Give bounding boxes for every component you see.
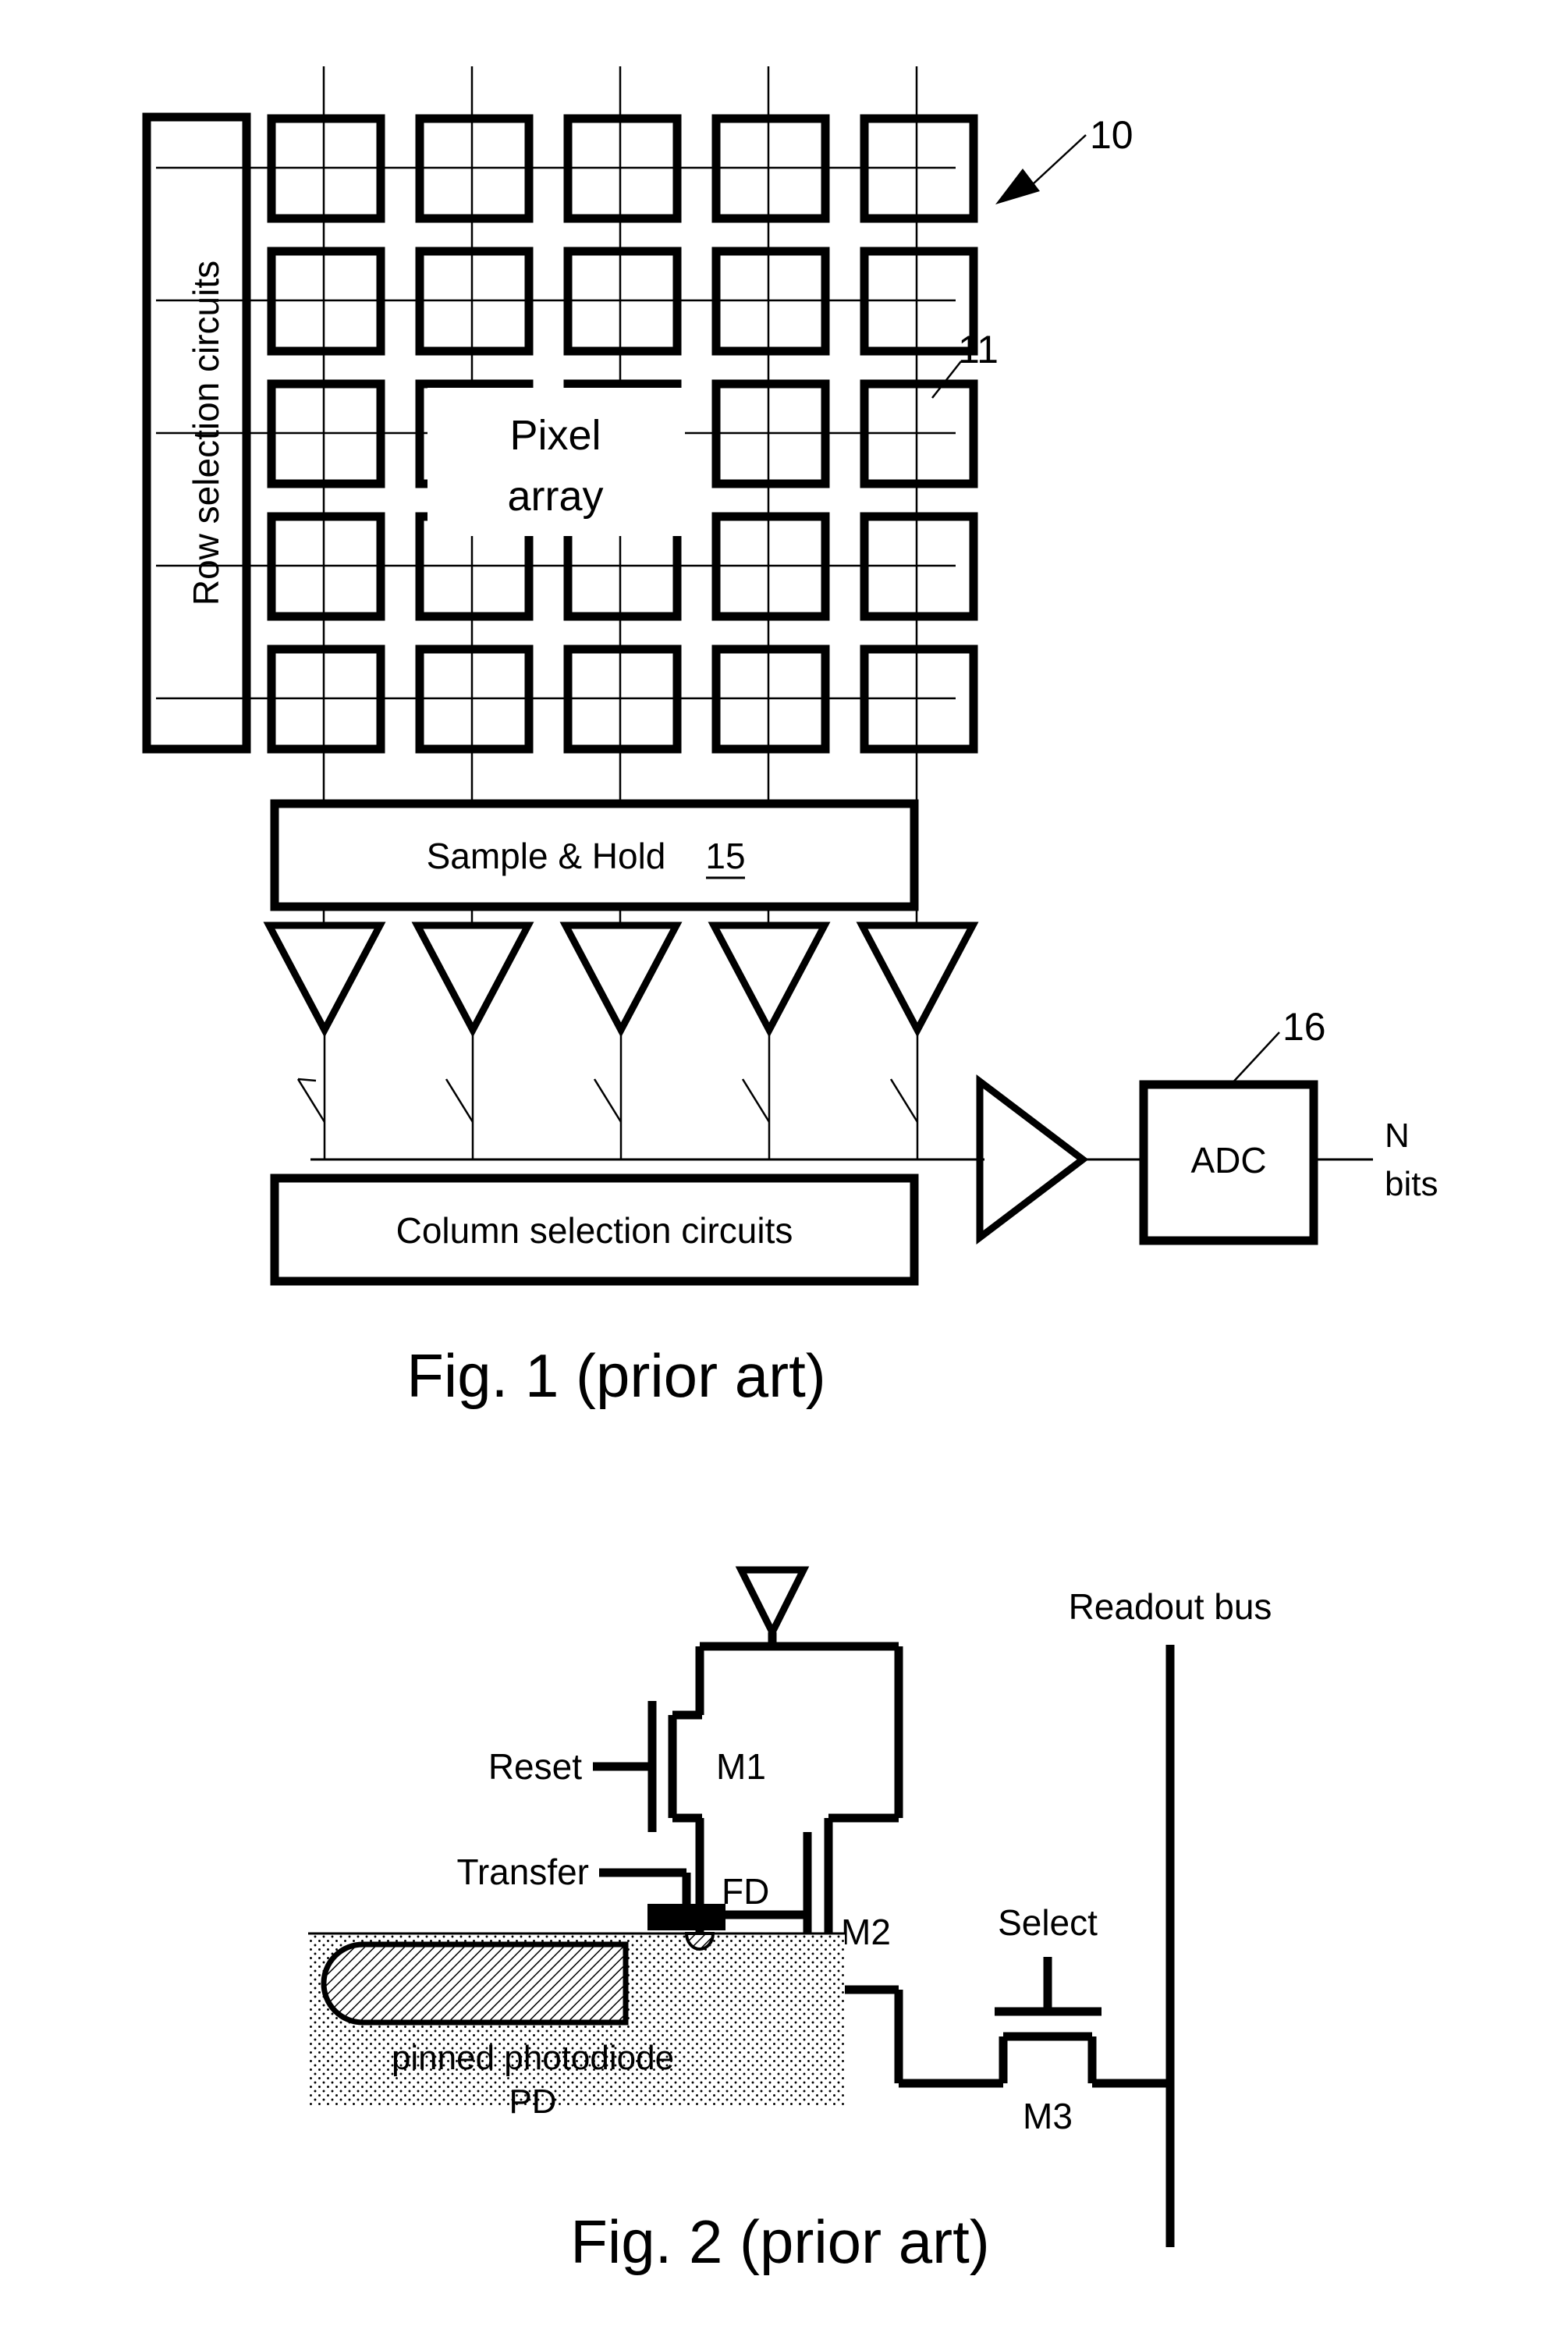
column-select-switches <box>296 1030 919 1159</box>
output-bits-line2: bits <box>1385 1165 1438 1203</box>
patent-figure-sheet: Row selection circuits Pixel array 10 11… <box>0 0 1568 2340</box>
column-amplifier <box>559 921 683 1038</box>
reset-label: Reset <box>488 1746 582 1787</box>
sample-hold-label: Sample & Hold <box>427 836 666 876</box>
pixel-array-label-line2: array <box>507 473 603 520</box>
switch-blade <box>445 1078 474 1123</box>
switch-blade <box>889 1078 919 1123</box>
photodiode-label-line1: pinned photodiode <box>392 2039 674 2077</box>
reference-16: 16 <box>1228 1005 1326 1088</box>
column-selection-circuits-box: Column selection circuits <box>270 1174 919 1286</box>
column-amplifier <box>856 921 979 1038</box>
readout-bus-label: Readout bus <box>1069 1586 1272 1627</box>
switch-blade <box>593 1078 623 1123</box>
adc-label: ADC <box>1190 1140 1266 1181</box>
sample-hold-box: Sample & Hold 15 <box>270 799 919 911</box>
reference-10: 10 <box>995 113 1133 204</box>
output-bits-line1: N <box>1385 1117 1410 1155</box>
reference-11-label: 11 <box>958 328 999 371</box>
switch-blade <box>297 1078 317 1082</box>
m1-label: M1 <box>716 1746 766 1787</box>
reference-10-label: 10 <box>1090 113 1133 157</box>
switch-blade <box>296 1078 326 1123</box>
figure-2: M1 Reset M2 Select M3 Readout bus Transf… <box>308 1566 1272 2276</box>
select-label: Select <box>998 1902 1098 1943</box>
photodiode-label-line2: PD <box>509 2083 556 2121</box>
transistor-m1: M1 Reset <box>488 1701 766 1832</box>
column-amplifiers <box>263 921 979 1038</box>
column-amplifier <box>411 921 534 1038</box>
output-bits-label: N bits <box>1385 1117 1438 1203</box>
column-selection-label: Column selection circuits <box>396 1210 793 1251</box>
pixel-array-label: Pixel array <box>427 388 685 536</box>
fd-label: FD <box>722 1871 769 1912</box>
figure-2-caption: Fig. 2 (prior art) <box>570 2207 989 2276</box>
column-amplifier <box>263 921 386 1038</box>
sample-hold-ref: 15 <box>705 836 745 876</box>
row-selection-label: Row selection circuits <box>186 261 226 605</box>
switch-blade <box>741 1078 771 1123</box>
m3-label: M3 <box>1023 2096 1073 2136</box>
output-amplifier <box>976 1074 1144 1245</box>
column-amplifier <box>708 921 831 1038</box>
transistor-m3: Select M3 <box>899 1902 1170 2136</box>
adc-block: ADC <box>1139 1080 1373 1245</box>
readout-bus: Readout bus <box>1069 1586 1272 2247</box>
reference-16-label: 16 <box>1282 1005 1326 1049</box>
pixel-array-label-line1: Pixel <box>509 412 601 459</box>
fd-implant <box>684 1932 715 1951</box>
m2-label: M2 <box>841 1912 891 1952</box>
vdd-rail <box>695 1632 903 1818</box>
arrow-head-10 <box>995 169 1040 204</box>
figure-1-caption: Fig. 1 (prior art) <box>406 1341 825 1410</box>
figure-1: Row selection circuits Pixel array 10 11… <box>142 66 1438 1410</box>
transfer-gate: Transfer <box>456 1852 725 1930</box>
transfer-gate-plate <box>647 1904 725 1930</box>
transfer-label: Transfer <box>456 1852 589 1892</box>
